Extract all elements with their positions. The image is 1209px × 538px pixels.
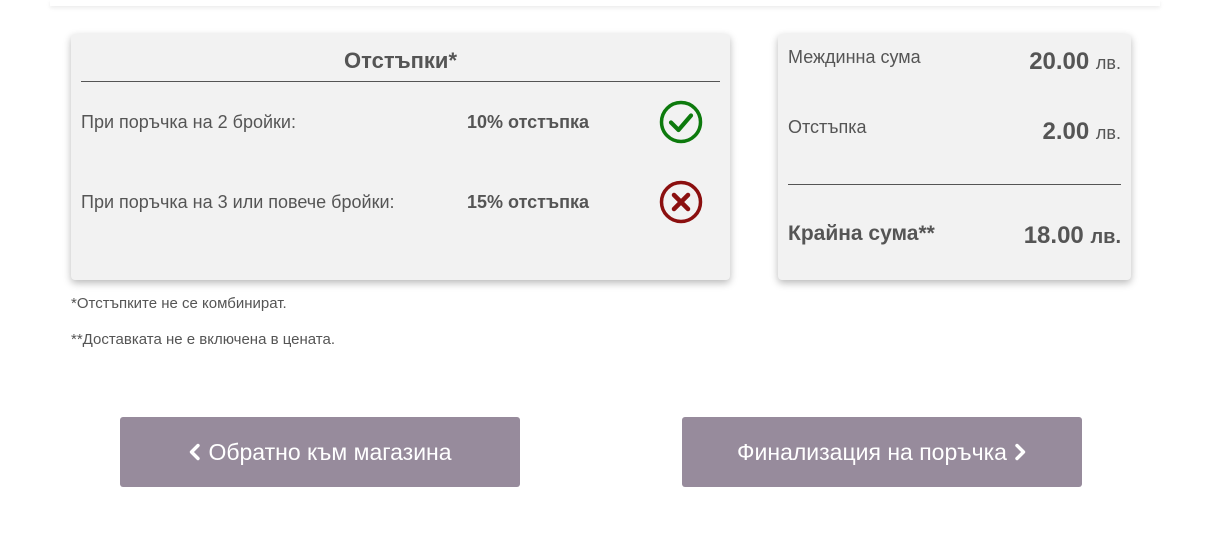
chevron-left-icon	[190, 443, 201, 461]
discount-label: Отстъпка	[788, 117, 867, 137]
discount-row: При поръчка на 3 или повече бройки: 15% …	[81, 180, 720, 224]
x-icon	[659, 180, 703, 224]
currency-label: лв.	[1095, 53, 1121, 73]
discount-row: При поръчка на 2 бройки: 10% отстъпка	[81, 100, 720, 144]
finalize-button-label: Финализация на поръчка	[737, 438, 1007, 465]
subtotal-value: 20.00	[1029, 48, 1090, 75]
back-button-label: Обратно към магазина	[208, 438, 452, 465]
order-totals-card: Междинна сума 20.00 лв. Отстъпка 2.00 лв…	[778, 34, 1131, 280]
currency-label: лв.	[1090, 226, 1121, 248]
finalize-order-button[interactable]: Финализация на поръчка	[682, 417, 1082, 487]
discount-condition-label: При поръчка на 3 или повече бройки:	[81, 192, 395, 212]
chevron-right-icon	[1015, 443, 1026, 461]
back-to-shop-button[interactable]: Обратно към магазина	[120, 417, 520, 487]
discount-amount: 2.00 лв.	[1043, 118, 1121, 146]
totals-divider	[788, 184, 1121, 185]
check-icon	[659, 100, 703, 144]
currency-label: лв.	[1095, 123, 1121, 143]
subtotal-amount: 20.00 лв.	[1029, 48, 1121, 76]
discounts-card: Отстъпки* При поръчка на 2 бройки: 10% о…	[71, 34, 730, 280]
final-total-amount: 18.00 лв.	[1024, 222, 1121, 250]
header-shadow-divider	[50, 0, 1160, 6]
discount-value: 10% отстъпка	[467, 112, 589, 132]
final-total-label: Крайна сума**	[788, 222, 935, 245]
delivery-note: **Доставката не е включена в цената.	[71, 331, 336, 348]
discount-condition-label: При поръчка на 2 бройки:	[81, 112, 296, 132]
final-total-value: 18.00	[1023, 222, 1084, 249]
subtotal-label: Междинна сума	[788, 47, 921, 67]
discount-total-value: 2.00	[1042, 118, 1090, 145]
discount-value: 15% отстъпка	[467, 192, 589, 212]
discount-note: *Отстъпките не се комбинират.	[71, 295, 287, 312]
discounts-title: Отстъпки*	[81, 48, 720, 82]
